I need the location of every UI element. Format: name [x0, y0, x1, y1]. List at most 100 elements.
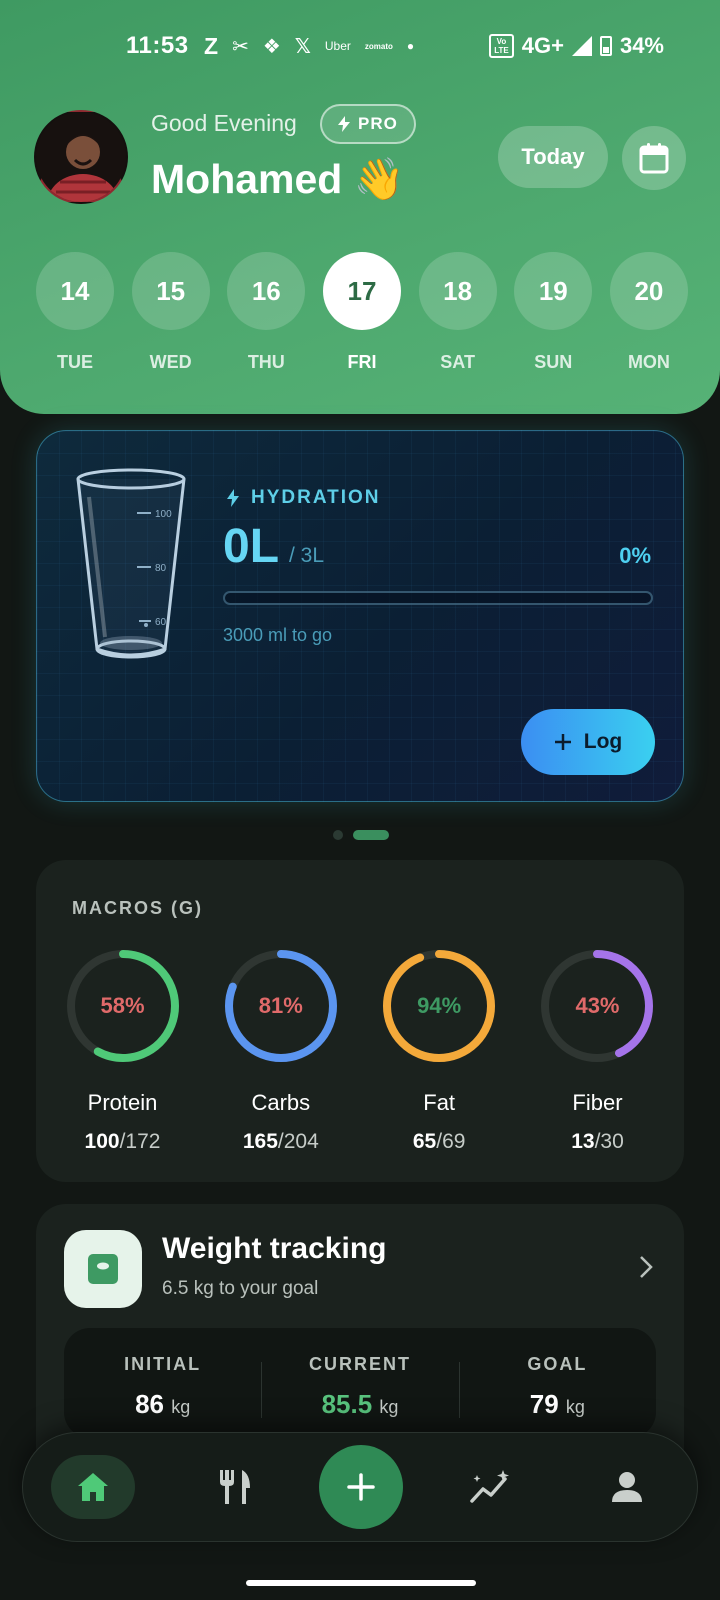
plus-icon	[554, 734, 571, 750]
day-number: 20	[609, 252, 688, 330]
day-number: 17	[322, 252, 401, 330]
nav-progress[interactable]	[449, 1455, 533, 1519]
macros-title: MACROS (G)	[72, 898, 203, 918]
status-bar: 11:53 Z ✂ ❖ 𝕏 Uber zomato ● Vo LTE 4G+ 34…	[0, 28, 720, 64]
day-label: TUE	[57, 352, 93, 372]
current-weight-value: 85.5	[321, 1389, 373, 1419]
weight-goal: GOAL 79 kg	[458, 1328, 656, 1438]
signal-icon	[571, 36, 592, 56]
glass-mark-60: 60	[155, 617, 167, 628]
macro-name: Carbs	[251, 1090, 311, 1115]
macro-eaten: 165	[242, 1130, 278, 1153]
today-button[interactable]: Today	[498, 126, 608, 188]
day-fri-selected[interactable]: 17 FRI	[322, 252, 401, 373]
hydration-remaining: 3000 ml to go	[223, 625, 333, 645]
water-glass-icon: 100 80 60	[76, 468, 186, 659]
zomato-notification-icon: zomato	[364, 41, 393, 51]
day-sat[interactable]: 18 SAT	[418, 252, 497, 373]
log-button-label: Log	[583, 730, 623, 753]
calendar-button[interactable]	[622, 126, 686, 190]
weight-subtitle: 6.5 kg to your goal	[162, 1278, 319, 1299]
macro-target: /204	[277, 1130, 319, 1153]
macro-name: Fat	[423, 1090, 456, 1115]
stat-label: INITIAL	[124, 1354, 202, 1374]
hydration-amount: 0L / 3L	[223, 519, 324, 574]
goal-weight-value: 79	[529, 1389, 559, 1419]
day-label: THU	[247, 352, 285, 372]
add-button[interactable]	[319, 1445, 403, 1529]
macro-ring: 81%	[223, 948, 339, 1064]
pager-dot[interactable]	[333, 830, 343, 840]
home-icon	[78, 1473, 108, 1501]
chevron-right-icon[interactable]	[638, 1254, 654, 1280]
nav-profile[interactable]	[585, 1455, 669, 1519]
macro-list: 58% Protein 100/172 81% Carbs 165/204 94…	[50, 948, 670, 1154]
macro-value: 13/30	[571, 1130, 624, 1154]
hydration-progress-bar	[223, 591, 653, 605]
macro-name: Protein	[87, 1090, 158, 1115]
day-thu[interactable]: 16 THU	[227, 252, 306, 373]
hydration-title: HYDRATION	[227, 487, 381, 509]
stat-label: CURRENT	[308, 1354, 411, 1374]
avatar[interactable]	[34, 110, 128, 204]
day-label: WED	[149, 352, 192, 372]
macro-value: 165/204	[243, 1130, 319, 1154]
macro-percent: 81%	[258, 993, 303, 1018]
macro-eaten: 13	[571, 1130, 595, 1153]
day-wed[interactable]: 15 WED	[131, 252, 210, 373]
bolt-icon	[227, 489, 239, 507]
day-label: FRI	[347, 352, 377, 372]
macro-eaten: 100	[84, 1130, 120, 1153]
calendar-icon	[639, 143, 669, 174]
weight-title: Weight tracking	[162, 1232, 387, 1265]
macros-card: MACROS (G) 58% Protein 100/172 81% Carbs	[36, 860, 684, 1182]
day-sun[interactable]: 19 SUN	[514, 252, 593, 373]
user-name: Mohamed 👋	[151, 156, 405, 202]
stat-unit: kg	[379, 1397, 399, 1417]
plus-icon	[347, 1473, 375, 1501]
carousel-pager	[333, 830, 389, 840]
greeting-text: Good Evening	[151, 110, 297, 136]
app-notification-icon: ❖	[262, 35, 281, 58]
macro-percent: 94%	[417, 993, 462, 1018]
battery-percent: 34%	[619, 33, 664, 58]
weight-stats: INITIAL 86 kg CURRENT 85.5 kg GOAL 79 kg	[64, 1328, 656, 1438]
macro-value: 65/69	[413, 1130, 466, 1154]
day-mon[interactable]: 20 MON	[609, 252, 688, 373]
macro-ring: 58%	[65, 948, 181, 1064]
day-number: 16	[227, 252, 306, 330]
notification-icons: Z ✂ ❖ 𝕏 Uber zomato ●	[204, 33, 414, 60]
stat-value: 79 kg	[530, 1389, 585, 1420]
fork-knife-icon	[220, 1470, 250, 1504]
stat-value: 86 kg	[135, 1389, 190, 1420]
stat-value: 85.5 kg	[322, 1389, 399, 1420]
day-tue[interactable]: 14 TUE	[36, 252, 114, 373]
glass-mark-100: 100	[155, 509, 172, 520]
zepto-notification-icon: Z	[204, 32, 219, 59]
log-water-button[interactable]: Log	[521, 709, 655, 775]
scale-icon	[64, 1230, 142, 1308]
home-indicator[interactable]	[246, 1580, 476, 1586]
nav-home[interactable]	[51, 1455, 135, 1519]
macro-fiber[interactable]: 43% Fiber 13/30	[525, 948, 670, 1154]
macro-percent: 43%	[575, 993, 620, 1018]
day-label: SUN	[534, 352, 573, 372]
hydration-card[interactable]: 100 80 60 HYDRATION 0L / 3L 0% 3000 ml t…	[36, 430, 684, 802]
macro-target: /30	[594, 1130, 624, 1153]
hydration-percent: 0%	[619, 543, 651, 568]
macro-carbs[interactable]: 81% Carbs 165/204	[208, 948, 353, 1154]
volte-icon: Vo LTE	[489, 34, 514, 58]
macro-fat[interactable]: 94% Fat 65/69	[367, 948, 512, 1154]
pro-badge[interactable]: PRO	[320, 104, 416, 144]
stat-label: GOAL	[527, 1354, 588, 1374]
macro-eaten: 65	[412, 1130, 437, 1153]
macro-protein[interactable]: 58% Protein 100/172	[50, 948, 195, 1154]
status-right: Vo LTE 4G+ 34%	[489, 33, 664, 59]
more-notifications-dot-icon: ●	[406, 39, 415, 53]
nav-meals[interactable]	[193, 1455, 277, 1519]
pro-badge-label: PRO	[358, 114, 398, 133]
day-label: MON	[627, 352, 670, 372]
pager-dot-active[interactable]	[353, 830, 389, 840]
uber-notification-icon: Uber	[324, 39, 351, 53]
initial-weight-value: 86	[135, 1389, 164, 1419]
